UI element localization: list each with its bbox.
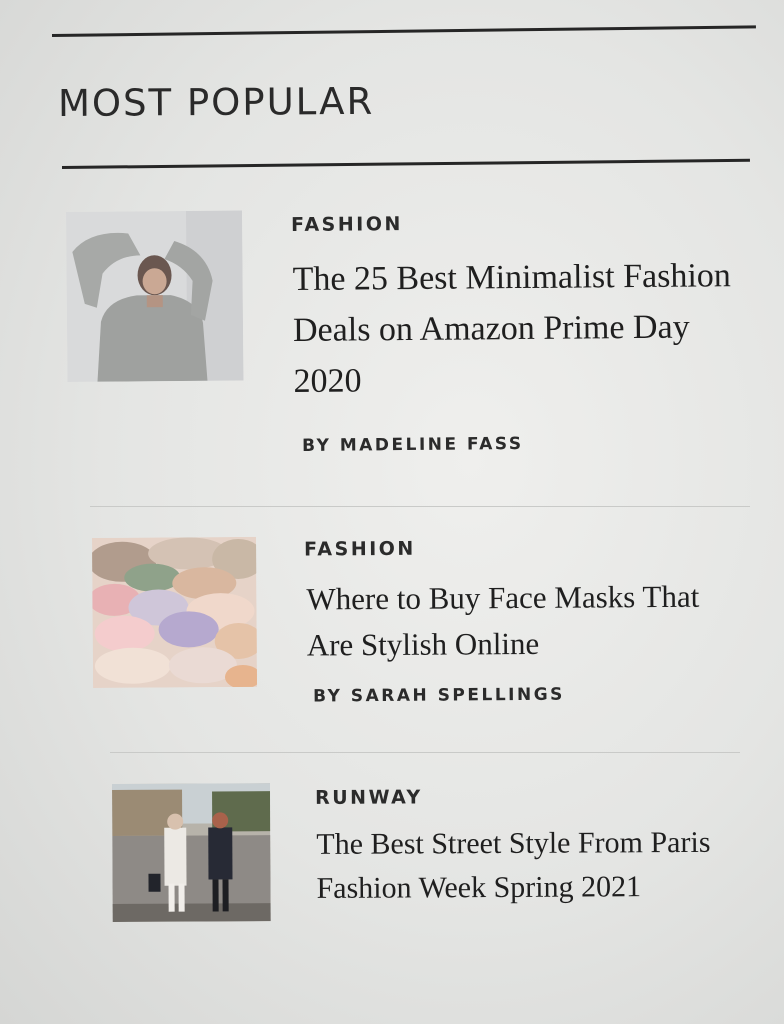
section-title: MOST POPULAR xyxy=(57,79,375,125)
article-thumbnail[interactable] xyxy=(66,210,244,382)
article-card[interactable]: FASHION Where to Buy Face Masks That Are… xyxy=(92,534,733,718)
article-headline[interactable]: The Best Street Style From Paris Fashion… xyxy=(316,821,716,911)
top-rule xyxy=(51,25,756,37)
article-divider xyxy=(90,506,750,507)
article-category[interactable]: FASHION xyxy=(291,213,403,236)
article-card[interactable]: FASHION The 25 Best Minimalist Fashion D… xyxy=(66,206,748,472)
article-divider xyxy=(110,752,740,753)
article-category[interactable]: FASHION xyxy=(304,538,416,561)
article-headline[interactable]: The 25 Best Minimalist Fashion Deals on … xyxy=(292,250,733,407)
article-byline: BY SARAH SPELLINGS xyxy=(313,684,565,707)
article-thumbnail[interactable] xyxy=(112,783,271,922)
article-thumbnail[interactable] xyxy=(92,536,258,688)
article-headline[interactable]: Where to Buy Face Masks That Are Stylish… xyxy=(306,574,727,669)
article-byline: BY MADELINE FASS xyxy=(301,434,524,456)
article-category[interactable]: RUNWAY xyxy=(315,786,423,809)
title-rule xyxy=(61,158,750,169)
article-card[interactable]: RUNWAY The Best Street Style From Paris … xyxy=(112,781,733,964)
